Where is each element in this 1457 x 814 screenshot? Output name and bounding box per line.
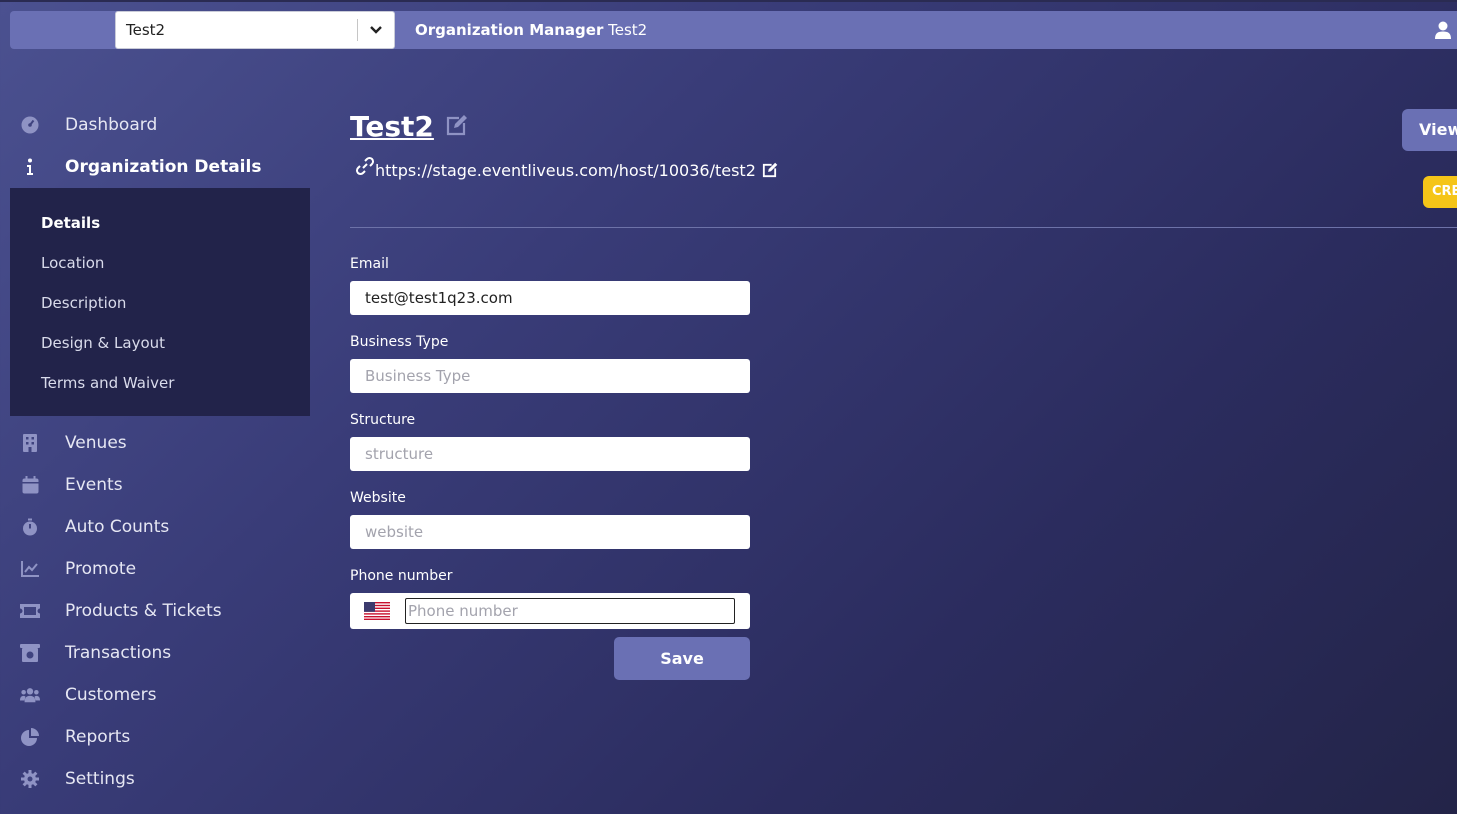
page-title: Test2	[350, 109, 434, 143]
sidebar-item-promote[interactable]: Promote	[10, 548, 310, 590]
sidebar-item-dashboard[interactable]: Dashboard	[10, 104, 310, 146]
calendar-icon	[20, 475, 40, 495]
top-bar: Test2 Organization Manager Test2	[10, 11, 1457, 49]
sidebar-item-label: Events	[65, 475, 123, 495]
main-content: Test2 https://stage.eventliveus.com/host…	[350, 105, 1457, 680]
organization-details-form: Email Business Type Structure Website Ph…	[350, 255, 750, 629]
submenu-item-location[interactable]: Location	[10, 243, 310, 283]
phone-number-input[interactable]	[405, 598, 735, 624]
structure-field[interactable]	[350, 437, 750, 471]
page-title-row: Test2	[350, 105, 778, 147]
website-field[interactable]	[350, 515, 750, 549]
edit-url-icon[interactable]	[761, 162, 778, 179]
edit-icon[interactable]	[444, 114, 468, 138]
header-divider	[350, 227, 1457, 228]
view-button[interactable]: View	[1402, 109, 1457, 151]
sidebar-item-customers[interactable]: Customers	[10, 674, 310, 716]
chevron-down-icon[interactable]	[358, 11, 394, 49]
email-label: Email	[350, 256, 389, 272]
sidebar-item-label: Auto Counts	[65, 517, 170, 537]
sidebar-item-events[interactable]: Events	[10, 464, 310, 506]
sidebar-item-organization-details[interactable]: Organization Details	[10, 146, 310, 188]
submenu-item-details[interactable]: Details	[10, 203, 310, 243]
us-flag-icon[interactable]	[364, 602, 390, 620]
sidebar-item-auto-counts[interactable]: Auto Counts	[10, 506, 310, 548]
users-icon	[20, 685, 40, 705]
link-icon	[355, 156, 375, 176]
sidebar-item-reports[interactable]: Reports	[10, 716, 310, 758]
sidebar-item-label: Organization Details	[65, 157, 262, 177]
organization-url-row: https://stage.eventliveus.com/host/10036…	[350, 156, 778, 183]
header-title-org: Test2	[608, 21, 648, 39]
ticket-icon	[20, 601, 40, 621]
pie-chart-icon	[20, 727, 40, 747]
top-edge	[0, 0, 1457, 2]
website-label: Website	[350, 490, 406, 506]
building-icon	[20, 433, 40, 453]
sidebar-item-label: Venues	[65, 433, 127, 453]
user-icon[interactable]	[1433, 20, 1453, 40]
sidebar-item-label: Transactions	[65, 643, 172, 663]
sidebar: Dashboard Organization Details Details L…	[10, 104, 310, 800]
sidebar-item-label: Products & Tickets	[65, 601, 222, 621]
phone-label: Phone number	[350, 568, 453, 584]
organization-select[interactable]: Test2	[115, 11, 395, 49]
dashboard-icon	[20, 115, 40, 135]
save-button[interactable]: Save	[614, 637, 750, 680]
business-type-field[interactable]	[350, 359, 750, 393]
stopwatch-icon	[20, 517, 40, 537]
cash-register-icon	[20, 643, 40, 663]
sidebar-item-label: Promote	[65, 559, 137, 579]
email-field[interactable]	[350, 281, 750, 315]
organization-url[interactable]: https://stage.eventliveus.com/host/10036…	[375, 161, 756, 180]
submenu-item-terms-waiver[interactable]: Terms and Waiver	[10, 363, 310, 403]
sidebar-item-settings[interactable]: Settings	[10, 758, 310, 800]
sidebar-item-label: Settings	[65, 769, 135, 789]
organization-details-submenu: Details Location Description Design & La…	[10, 188, 310, 416]
phone-field-container	[350, 593, 750, 629]
sidebar-item-label: Customers	[65, 685, 157, 705]
chart-line-icon	[20, 559, 40, 579]
organization-select-value: Test2	[126, 21, 166, 39]
sidebar-item-label: Reports	[65, 727, 131, 747]
sidebar-item-label: Dashboard	[65, 115, 158, 135]
create-button[interactable]: CRE	[1423, 176, 1457, 208]
gear-icon	[20, 769, 40, 789]
page-header-title: Organization Manager Test2	[415, 11, 647, 49]
structure-label: Structure	[350, 412, 416, 428]
header-title-prefix: Organization Manager	[415, 21, 604, 39]
business-type-label: Business Type	[350, 334, 449, 350]
sidebar-item-venues[interactable]: Venues	[10, 422, 310, 464]
submenu-item-description[interactable]: Description	[10, 283, 310, 323]
sidebar-item-products-tickets[interactable]: Products & Tickets	[10, 590, 310, 632]
info-icon	[20, 157, 40, 177]
sidebar-item-transactions[interactable]: Transactions	[10, 632, 310, 674]
submenu-item-design-layout[interactable]: Design & Layout	[10, 323, 310, 363]
